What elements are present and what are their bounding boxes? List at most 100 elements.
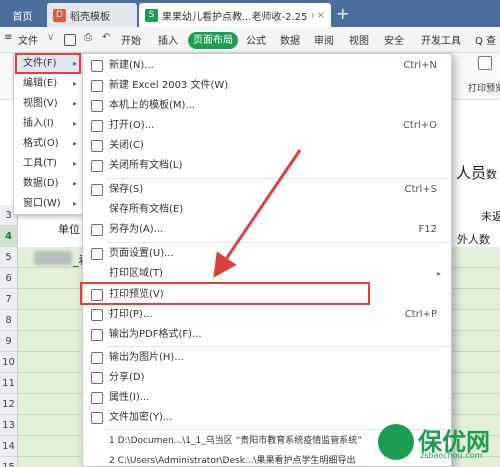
menu-bar: ≡ 文件 ∨ ⎙ ↶ 开始 插入 页面布局 公式 数据 审阅 视图 安全 开发工… [0,27,500,53]
menu-developer[interactable]: 开发工具 [421,32,461,47]
menu-close-all[interactable]: 关闭所有文档(L) [83,156,451,176]
ribbon-print-preview-label[interactable]: 打印预览 [468,81,500,94]
menu-view[interactable]: 视图 [349,32,369,47]
row-header[interactable]: 7 [0,289,18,310]
cell-not-returned[interactable]: 未返 [481,208,500,224]
menu-formula[interactable]: 公式 [246,32,266,47]
menu-item-data[interactable]: 数据(D) ▸ [14,174,82,194]
row-header[interactable]: 12 [0,394,18,415]
menu-save[interactable]: 保存(S) Ctrl+S [83,180,451,200]
tab-template[interactable]: D 稻壳模板 [47,3,137,27]
search-button[interactable]: Q 查 [475,32,496,47]
menu-open[interactable]: 打开(O)... Ctrl+O [83,116,451,136]
row-header[interactable]: 11 [0,373,18,394]
open-folder-icon [91,120,103,132]
menu-label: 打开(O)... [109,120,155,131]
menu-security[interactable]: 安全 [384,32,404,47]
save-as-icon [91,224,103,236]
menu-save-all[interactable]: 保存所有文档(E) [83,200,451,220]
menu-save-as[interactable]: 另存为(A)... F12 [83,220,451,240]
properties-icon [91,392,103,404]
shortcut: Ctrl+P [404,309,437,320]
chevron-right-icon: ▸ [72,199,77,208]
menu-share[interactable]: 分享(D) [83,368,451,388]
print-icon[interactable]: ⎙ [84,32,92,43]
row-header[interactable]: 9 [0,331,18,352]
menu-label: 打印(P)... [109,309,153,320]
menu-item-label: 插入(I) [23,118,54,129]
menu-label: 打印区域(T) [109,268,163,279]
menu-label: 关闭(C) [109,140,144,151]
menu-item-label: 编辑(E) [23,78,58,89]
row-header[interactable]: 6 [0,268,18,289]
tab-bar: 首页 D 稻壳模板 S 果果幼儿看护点教...老师收-2.25 × + [0,0,500,27]
title-people: 人员 [456,164,487,182]
menu-export-image[interactable]: 输出为图片(H)... [83,348,451,368]
menu-label: 页面设置(U)... [109,248,174,259]
menu-close[interactable]: 关闭(C) [83,136,451,156]
menu-data[interactable]: 数据 [280,32,300,47]
chevron-right-icon: ▸ [72,79,77,88]
chevron-right-icon: ▸ [72,119,77,128]
row-header[interactable]: 5 [0,247,18,268]
hamburger-menu-icon[interactable]: ≡ [4,32,12,43]
watermark: 保优网 zsbaochou.com [378,420,500,467]
highlight-print-preview [80,282,370,305]
chevron-down-icon: ∨ [47,32,55,43]
menu-review[interactable]: 审阅 [314,32,334,47]
file-menu-button[interactable]: 文件 [18,32,38,47]
menu-page-layout[interactable]: 页面布局 [188,32,238,49]
menu-insert[interactable]: 插入 [158,32,178,47]
excel-file-icon [91,80,103,92]
shortcut: Ctrl+O [402,120,437,131]
menu-separator [107,178,447,179]
row-header[interactable]: 15 [0,457,18,467]
menu-separator [107,346,447,347]
menu-start[interactable]: 开始 [121,32,141,47]
close-icon[interactable]: × [317,10,325,21]
menu-item-label: 数据(D) [23,178,59,189]
row-header[interactable]: 8 [0,310,18,331]
row-header[interactable]: 14 [0,436,18,457]
tab-home[interactable]: 首页 [0,3,45,27]
menu-print-area[interactable]: 打印区域(T) ▸ [83,264,451,284]
menu-print[interactable]: 打印(P)... Ctrl+P [83,305,451,325]
menu-separator [107,242,447,243]
menu-properties[interactable]: 属性(I)... [83,388,451,408]
menu-label: 保存(S) [109,184,144,195]
menu-label: 本机上的模板(M)... [109,100,195,111]
print-icon [91,309,103,321]
menu-new[interactable]: 新建(N)... Ctrl+N [83,56,451,76]
save-icon[interactable] [64,34,76,46]
menu-export-pdf[interactable]: 输出为PDF格式(F)... [83,325,451,345]
menu-label: 保存所有文档(E) [109,204,184,215]
print-preview-icon[interactable] [478,56,492,70]
spreadsheet-icon: S [145,8,158,22]
menu-new-excel2003[interactable]: 新建 Excel 2003 文件(W) [83,76,451,96]
docer-icon: D [53,8,66,22]
shortcut: Ctrl+N [403,60,437,71]
menu-local-templates[interactable]: 本机上的模板(M)... [83,96,451,116]
menu-item-label: 视图(V) [23,98,58,109]
row-header[interactable]: 10 [0,352,18,373]
menu-item-tools[interactable]: 工具(T) ▸ [14,154,82,174]
cell-outside-count[interactable]: 外人数 [457,231,490,247]
menu-item-format[interactable]: 格式(O) ▸ [14,134,82,154]
pdf-icon [91,329,103,341]
menu-item-insert[interactable]: 插入(I) ▸ [14,114,82,134]
menu-item-window[interactable]: 窗口(W) ▸ [14,194,82,214]
chevron-right-icon: ▸ [72,159,77,168]
menu-label: 文件加密(Y)... [109,412,173,423]
tab-document[interactable]: S 果果幼儿看护点教...老师收-2.25 × [139,3,331,27]
page-setup-icon [91,248,103,260]
new-tab-button[interactable]: + [336,4,349,24]
menu-item-edit[interactable]: 编辑(E) ▸ [14,74,82,94]
row-header[interactable]: 13 [0,415,18,436]
undo-icon[interactable]: ↶ [102,32,110,43]
row-header[interactable]: 4 [0,226,18,247]
menu-item-label: 格式(O) [23,138,59,149]
cell-unit[interactable]: 单位 [58,221,80,237]
chevron-right-icon: ▸ [72,179,77,188]
menu-item-view[interactable]: 视图(V) ▸ [14,94,82,114]
menu-page-setup[interactable]: 页面设置(U)... [83,244,451,264]
